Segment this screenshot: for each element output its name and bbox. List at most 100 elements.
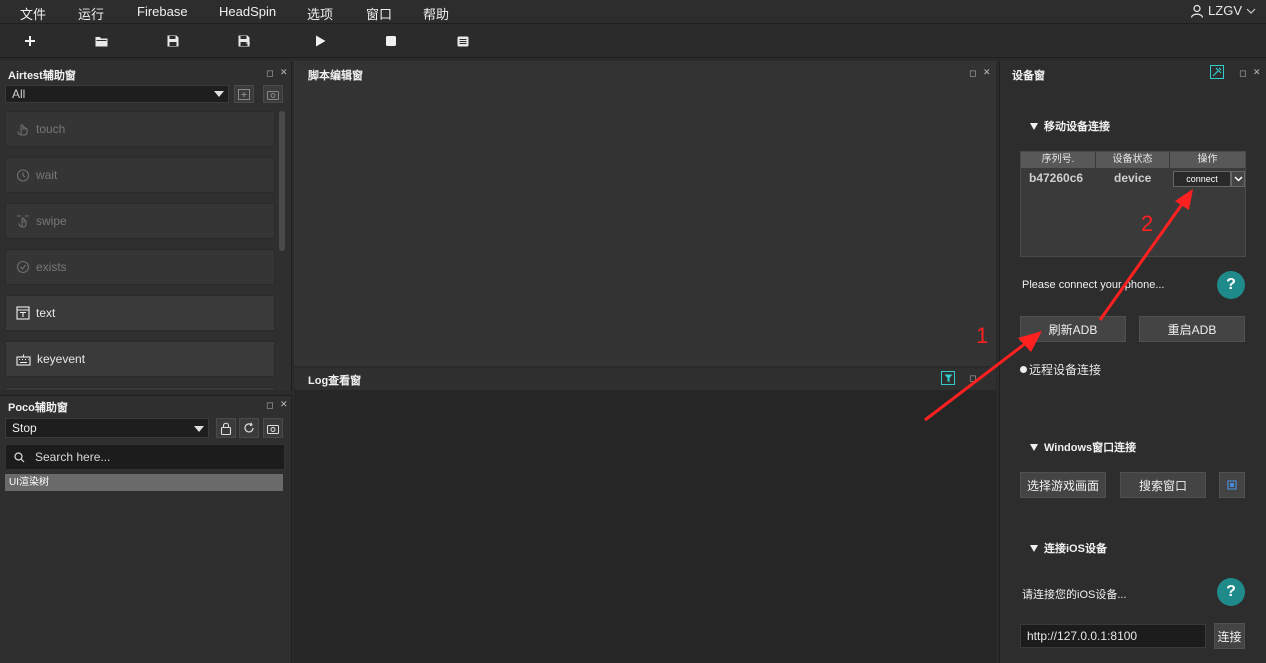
- remote-section-title: 远程设备连接: [1029, 363, 1102, 377]
- hand-icon: [17, 124, 28, 136]
- float-panel-icon[interactable]: ◻: [266, 400, 273, 411]
- user-menu[interactable]: LZGV: [1190, 3, 1256, 18]
- filter-button[interactable]: [941, 371, 955, 385]
- ios-section-header[interactable]: 连接iOS设备: [1030, 540, 1107, 556]
- tools-icon: [1212, 67, 1222, 77]
- restart-adb-button[interactable]: 重启ADB: [1139, 316, 1245, 342]
- device-serial: b47260c6: [1029, 171, 1084, 185]
- ios-help-icon[interactable]: ?: [1217, 578, 1245, 606]
- menu-window[interactable]: 窗口: [366, 4, 392, 23]
- chevron-down-icon: [1233, 176, 1243, 182]
- chevron-down-icon: [214, 91, 224, 97]
- float-panel-icon[interactable]: ◻: [266, 68, 273, 79]
- menubar: 文件 运行 Firebase HeadSpin 选项 窗口 帮助 LZGV: [0, 0, 1266, 24]
- api-text-button[interactable]: text: [5, 295, 275, 331]
- menu-help[interactable]: 帮助: [423, 4, 449, 23]
- search-icon: [14, 451, 25, 462]
- device-status: device: [1114, 171, 1152, 185]
- poco-search-input[interactable]: Search here...: [5, 444, 285, 470]
- refresh-button[interactable]: [239, 418, 259, 438]
- record-screen-icon: [238, 88, 250, 100]
- select-game-button[interactable]: 选择游戏画面: [1020, 472, 1106, 498]
- record-button[interactable]: [234, 85, 254, 103]
- triangle-down-icon: [1030, 544, 1038, 552]
- table-header-action: 操作: [1170, 152, 1245, 168]
- api-touch-button[interactable]: touch: [5, 111, 275, 147]
- swipe-hand-icon: [17, 215, 29, 228]
- lock-button[interactable]: [216, 418, 236, 438]
- ios-section-title: 连接iOS设备: [1044, 543, 1107, 555]
- menu-options[interactable]: 选项: [307, 4, 333, 23]
- filter-icon: [944, 374, 952, 382]
- mobile-section-title: 移动设备连接: [1044, 121, 1110, 133]
- save-button[interactable]: [163, 31, 183, 51]
- toolbar: [0, 24, 1266, 58]
- annotation-label-1: 1: [976, 323, 989, 348]
- menu-file[interactable]: 文件: [20, 4, 46, 23]
- log-header: Log查看窗 ◻: [294, 368, 996, 390]
- refresh-icon: [244, 422, 254, 433]
- script-editor-title: 脚本编辑窗: [308, 70, 363, 82]
- poco-mode-select[interactable]: Stop: [5, 418, 209, 438]
- help-icon[interactable]: ?: [1217, 271, 1245, 299]
- menu-run[interactable]: 运行: [78, 4, 104, 23]
- ios-url-input[interactable]: http://127.0.0.1:8100: [1020, 624, 1206, 648]
- api-exists-button[interactable]: exists: [5, 249, 275, 285]
- api-filter-value: All: [12, 87, 26, 101]
- menu-firebase[interactable]: Firebase: [137, 4, 188, 19]
- open-button[interactable]: [91, 31, 111, 51]
- log-icon: [457, 36, 469, 46]
- api-filter-select[interactable]: All: [5, 85, 229, 103]
- bullet-icon: [1020, 366, 1027, 373]
- api-keyevent-label: keyevent: [37, 352, 86, 366]
- stop-icon: [386, 36, 396, 46]
- screenshot-button[interactable]: [263, 85, 283, 103]
- float-panel-icon[interactable]: ◻: [969, 68, 976, 79]
- run-button[interactable]: [310, 31, 330, 51]
- api-swipe-button[interactable]: swipe: [5, 203, 275, 239]
- log-button[interactable]: [453, 31, 473, 51]
- window-pick-button[interactable]: [1219, 472, 1245, 498]
- chevron-down-icon: [1246, 8, 1256, 14]
- api-wait-label: wait: [36, 168, 58, 182]
- poco-panel: Poco辅助窗 ◻ ✕ Stop Search here... UI渲染树: [0, 395, 292, 663]
- script-editor-area[interactable]: [294, 83, 996, 366]
- api-wait-button[interactable]: wait: [5, 157, 275, 193]
- new-button[interactable]: [20, 31, 40, 51]
- close-panel-icon[interactable]: ✕: [1253, 67, 1261, 78]
- mobile-section-header[interactable]: 移动设备连接: [1030, 118, 1110, 134]
- api-next-button-partial[interactable]: [5, 387, 275, 391]
- screenshot-button[interactable]: [263, 418, 283, 438]
- connect-button[interactable]: connect: [1173, 171, 1231, 187]
- close-panel-icon[interactable]: ✕: [983, 67, 991, 78]
- ios-connect-button[interactable]: 连接: [1214, 623, 1245, 649]
- api-exists-label: exists: [36, 260, 67, 274]
- float-panel-icon[interactable]: ◻: [969, 373, 976, 384]
- windows-section-header[interactable]: Windows窗口连接: [1030, 439, 1136, 455]
- save-icon: [167, 35, 179, 47]
- close-panel-icon[interactable]: ✕: [280, 67, 288, 78]
- ui-tree-header[interactable]: UI渲染树: [5, 474, 283, 491]
- float-panel-icon[interactable]: ◻: [1239, 68, 1246, 79]
- log-content[interactable]: [294, 390, 996, 663]
- keyboard-icon: [16, 354, 31, 366]
- connect-dropdown-button[interactable]: [1231, 171, 1245, 187]
- poco-search-placeholder: Search here...: [35, 450, 111, 464]
- search-window-button[interactable]: 搜索窗口: [1120, 472, 1206, 498]
- save-as-button[interactable]: [234, 31, 254, 51]
- airtest-panel-title: Airtest辅助窗: [8, 70, 76, 82]
- api-text-label: text: [36, 306, 56, 320]
- triangle-down-icon: [1030, 122, 1038, 130]
- log-title: Log查看窗: [308, 375, 362, 387]
- airtest-scrollbar[interactable]: [279, 111, 285, 251]
- api-keyevent-button[interactable]: keyevent: [5, 341, 275, 377]
- table-header-status: 设备状态: [1096, 152, 1170, 168]
- refresh-adb-button[interactable]: 刷新ADB: [1020, 316, 1126, 342]
- user-name: LZGV: [1208, 3, 1242, 18]
- tools-button[interactable]: [1210, 65, 1224, 79]
- close-panel-icon[interactable]: ✕: [280, 399, 288, 410]
- window-grid-icon: [1227, 480, 1237, 490]
- remote-section-header[interactable]: 远程设备连接: [1020, 361, 1101, 378]
- menu-headspin[interactable]: HeadSpin: [219, 4, 276, 19]
- stop-button[interactable]: [381, 31, 401, 51]
